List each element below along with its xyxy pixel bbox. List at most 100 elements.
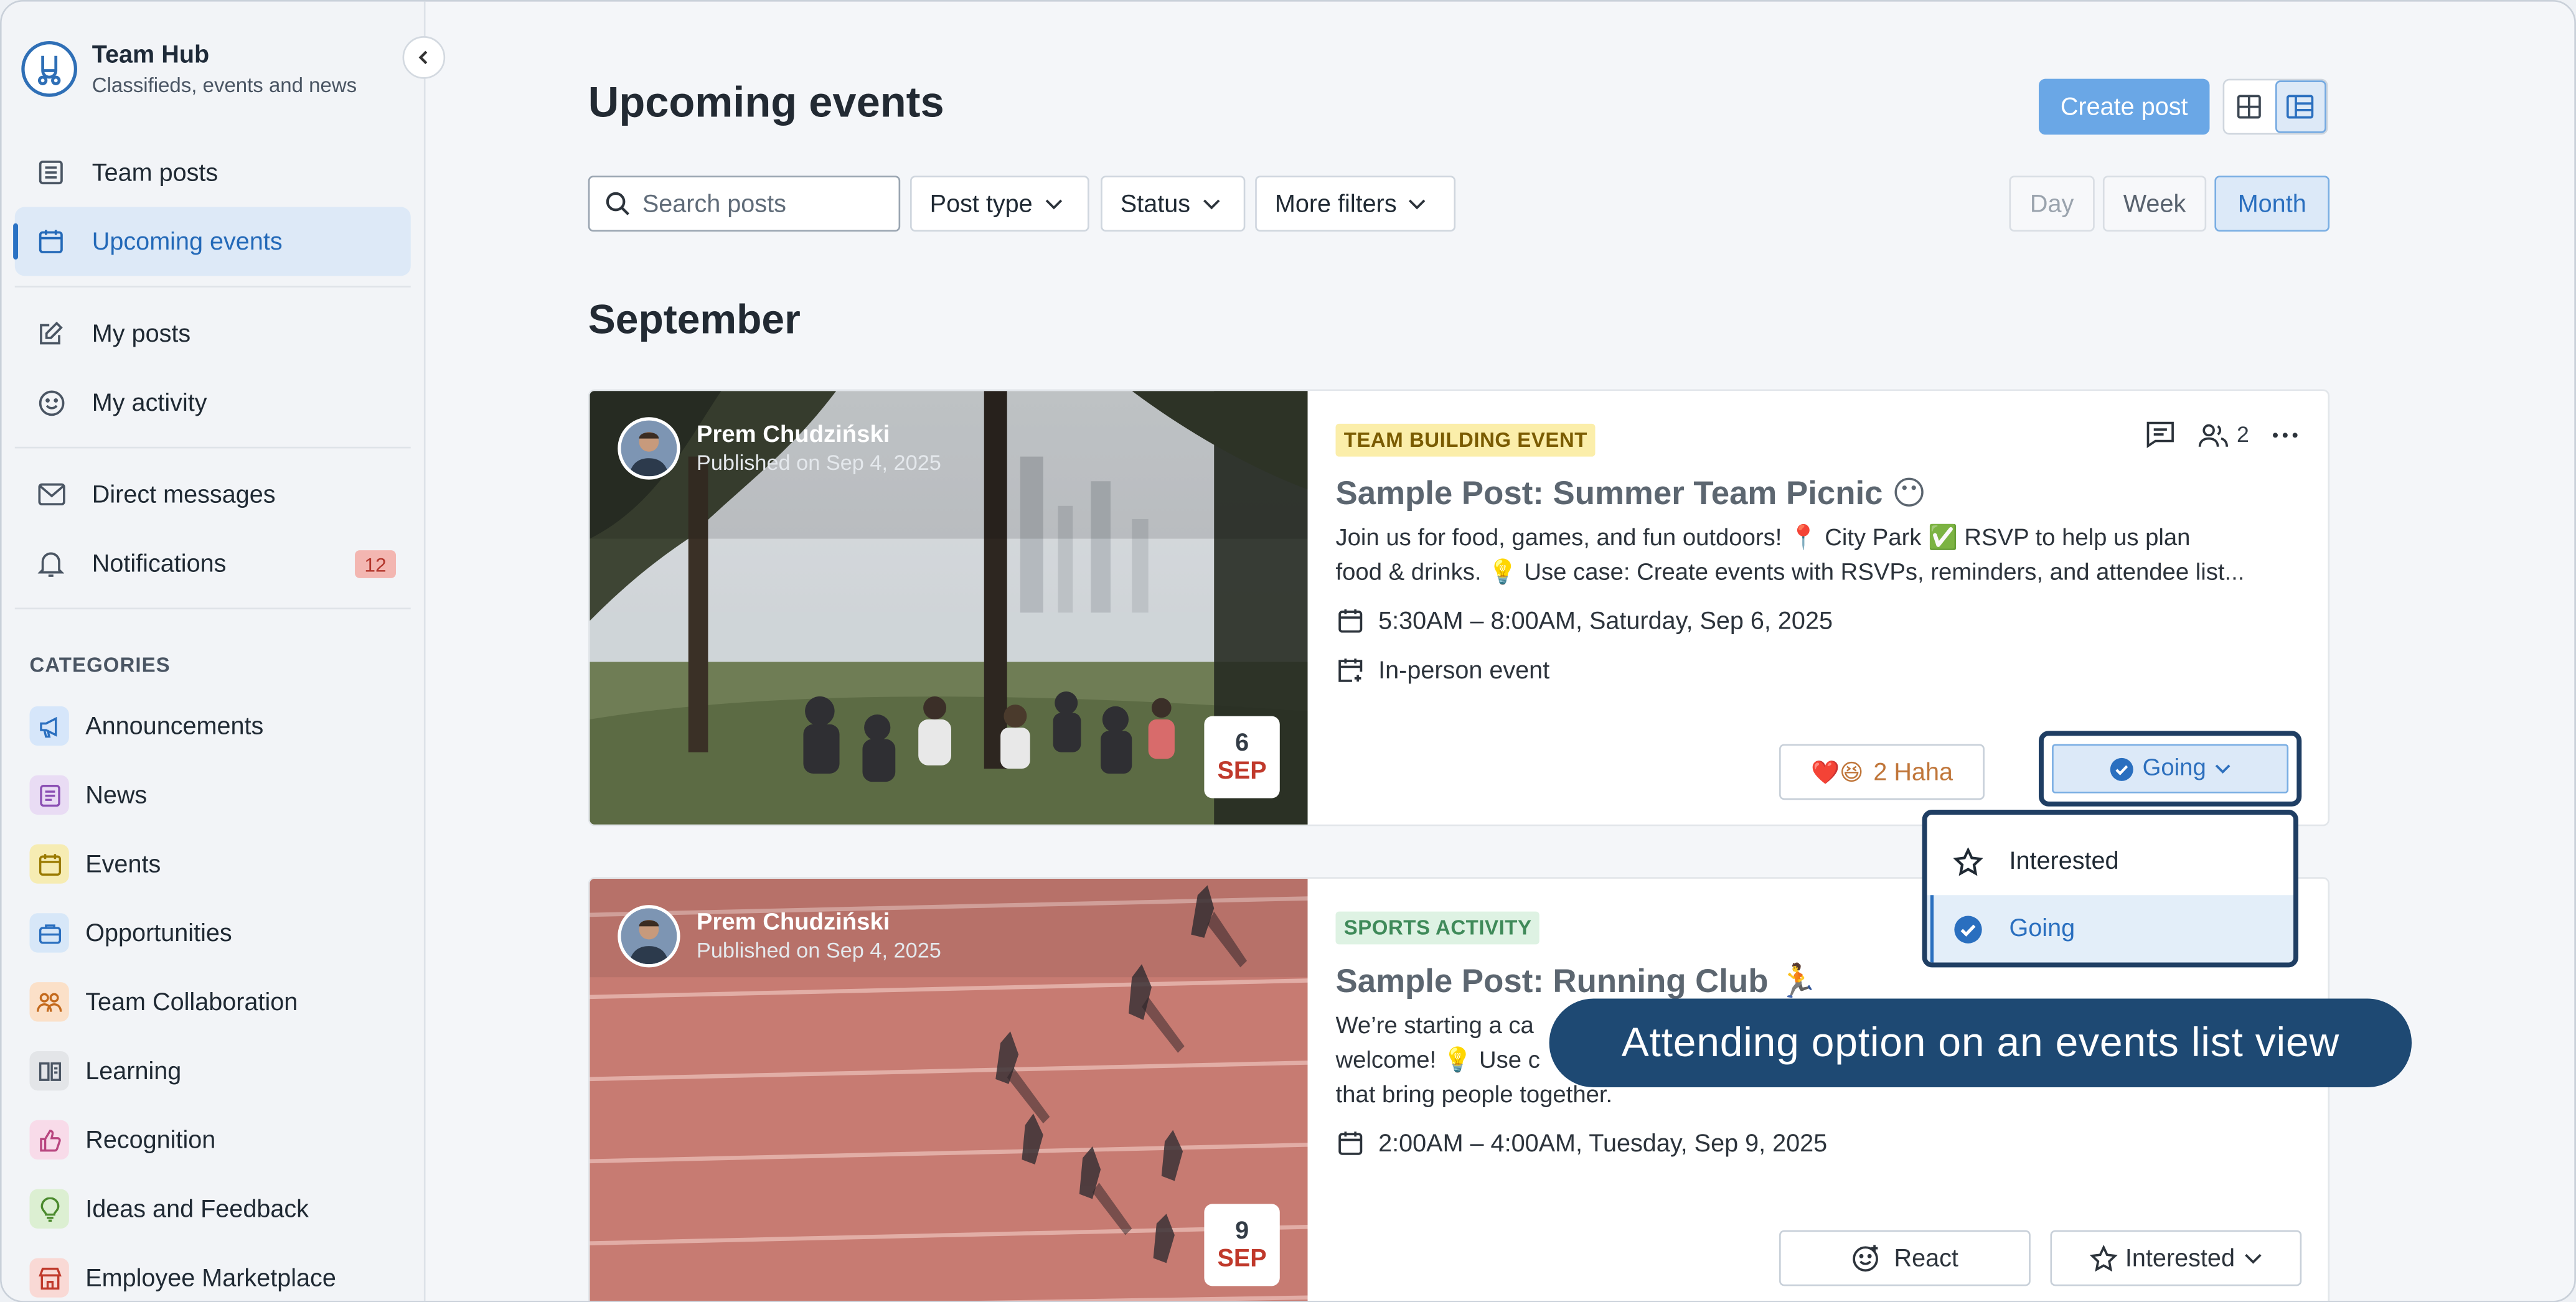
divider xyxy=(14,446,411,449)
rsvp-label: Interested xyxy=(2125,1244,2235,1272)
author-name[interactable]: Prem Chudziński xyxy=(697,422,941,448)
category-ideas-and-feedback[interactable]: Ideas and Feedback xyxy=(29,1187,309,1230)
category-employee-marketplace[interactable]: Employee Marketplace xyxy=(29,1257,336,1300)
notification-count-badge: 12 xyxy=(355,550,396,578)
category-learning[interactable]: Learning xyxy=(29,1049,182,1092)
comment-button[interactable] xyxy=(2146,421,2176,449)
more-filters-button[interactable]: More filters xyxy=(1255,176,1456,232)
post-author: Prem Chudziński Published on Sep 4, 2025 xyxy=(618,417,941,480)
range-week-button[interactable]: Week xyxy=(2102,176,2207,232)
create-post-button[interactable]: Create post xyxy=(2038,78,2210,135)
category-label: Events xyxy=(85,850,161,878)
nav-label: Team posts xyxy=(92,158,219,187)
bell-icon xyxy=(34,547,67,580)
category-label: Announcements xyxy=(85,712,264,740)
post-title[interactable]: Sample Post: Summer Team Picnic 😶 xyxy=(1336,473,1927,514)
avatar xyxy=(618,905,680,968)
event-month: SEP xyxy=(1217,756,1267,785)
calendar-icon xyxy=(29,844,69,884)
app-window: Team Hub Classifieds, events and news Te… xyxy=(0,0,2576,1302)
grid-icon xyxy=(2238,95,2262,119)
nav-direct-messages[interactable]: Direct messages xyxy=(15,460,411,529)
range-month-button[interactable]: Month xyxy=(2214,176,2330,232)
category-label: News xyxy=(85,780,148,809)
rsvp-option-interested[interactable]: Interested xyxy=(1927,828,2293,895)
published-date: Published on Sep 4, 2025 xyxy=(696,937,941,963)
book-icon xyxy=(29,1051,69,1091)
ellipsis-icon xyxy=(2273,432,2298,437)
calendar-add-icon xyxy=(1336,655,1366,685)
filter-label: More filters xyxy=(1274,189,1397,218)
thumbs-up-icon xyxy=(29,1120,69,1160)
chevron-down-icon xyxy=(1408,198,1426,209)
post-title[interactable]: Sample Post: Running Club 🏃 xyxy=(1336,961,1818,1002)
collapse-sidebar-button[interactable] xyxy=(402,36,446,79)
calendar-icon xyxy=(1336,606,1366,636)
comment-icon xyxy=(2147,421,2175,448)
event-date-chip: 9 SEP xyxy=(1204,1204,1280,1286)
category-tag[interactable]: TEAM BUILDING EVENT xyxy=(1335,423,1596,457)
event-time-text: 2:00AM – 4:00AM, Tuesday, Sep 9, 2025 xyxy=(1378,1129,1828,1158)
list-icon xyxy=(34,156,67,189)
list-card-icon xyxy=(2287,95,2315,119)
attendee-count: 2 xyxy=(2236,422,2249,447)
rsvp-option-going[interactable]: Going xyxy=(1927,895,2294,963)
category-label: Learning xyxy=(85,1057,182,1085)
categories-heading: CATEGORIES xyxy=(29,653,171,677)
category-label: Ideas and Feedback xyxy=(85,1194,309,1223)
calendar-icon xyxy=(1336,1128,1366,1158)
rsvp-going-button[interactable]: Going xyxy=(2052,744,2289,794)
status-filter[interactable]: Status xyxy=(1101,176,1246,232)
avatar xyxy=(618,417,680,480)
event-location-text: In-person event xyxy=(1378,656,1550,685)
nav-label: Direct messages xyxy=(92,480,276,508)
chevron-down-icon xyxy=(1044,198,1062,209)
reaction-count: 2 Haha xyxy=(1873,757,1953,786)
nav-team-posts[interactable]: Team posts xyxy=(15,138,411,207)
category-recognition[interactable]: Recognition xyxy=(29,1118,216,1161)
lightbulb-icon xyxy=(29,1189,69,1229)
nav-my-posts[interactable]: My posts xyxy=(15,299,411,368)
month-heading: September xyxy=(588,297,801,344)
nav-my-activity[interactable]: My activity xyxy=(15,368,411,437)
reaction-button[interactable]: ❤️😆 2 Haha xyxy=(1779,744,1985,800)
option-label: Going xyxy=(2009,914,2075,943)
check-circle-icon xyxy=(1953,914,1986,944)
category-team-collaboration[interactable]: Team Collaboration xyxy=(29,980,298,1023)
chevron-down-icon xyxy=(1202,198,1220,209)
rsvp-interested-button[interactable]: Interested xyxy=(2050,1230,2302,1286)
more-options-button[interactable] xyxy=(2272,431,2298,438)
app-subtitle: Classifieds, events and news xyxy=(92,73,357,97)
category-label: Team Collaboration xyxy=(85,988,298,1016)
post-type-filter[interactable]: Post type xyxy=(910,176,1089,232)
nav-upcoming-events[interactable]: Upcoming events xyxy=(13,207,411,276)
search-input[interactable]: Search posts xyxy=(588,176,901,232)
rsvp-dropdown: Interested Going xyxy=(1922,810,2298,968)
chevron-down-icon xyxy=(2215,764,2230,774)
card-actions: 2 xyxy=(2123,421,2298,449)
category-events[interactable]: Events xyxy=(29,843,161,886)
edit-icon xyxy=(34,317,67,350)
range-day-button[interactable]: Day xyxy=(2009,176,2095,232)
category-tag[interactable]: SPORTS ACTIVITY xyxy=(1335,911,1540,945)
category-label: Opportunities xyxy=(85,919,232,947)
grid-view-button[interactable] xyxy=(2224,80,2275,133)
category-announcements[interactable]: Announcements xyxy=(29,705,264,747)
list-view-button[interactable] xyxy=(2275,80,2326,133)
category-news[interactable]: News xyxy=(29,774,148,817)
category-opportunities[interactable]: Opportunities xyxy=(29,912,232,955)
filter-label: Status xyxy=(1120,189,1191,218)
attendees-button[interactable]: 2 xyxy=(2199,421,2249,447)
megaphone-icon xyxy=(29,706,69,746)
event-time: 5:30AM – 8:00AM, Saturday, Sep 6, 2025 xyxy=(1336,606,1833,636)
nav-notifications[interactable]: Notifications 12 xyxy=(15,529,411,598)
nav-label: My posts xyxy=(92,319,191,348)
calendar-icon xyxy=(34,225,67,258)
category-label: Employee Marketplace xyxy=(85,1263,336,1292)
briefcase-icon xyxy=(29,913,69,953)
nav-label: Upcoming events xyxy=(92,227,283,256)
star-icon xyxy=(2089,1244,2117,1271)
author-name[interactable]: Prem Chudziński xyxy=(697,910,941,936)
annotation-callout: Attending option on an events list view xyxy=(1549,998,2412,1088)
react-button[interactable]: React xyxy=(1779,1230,2031,1286)
